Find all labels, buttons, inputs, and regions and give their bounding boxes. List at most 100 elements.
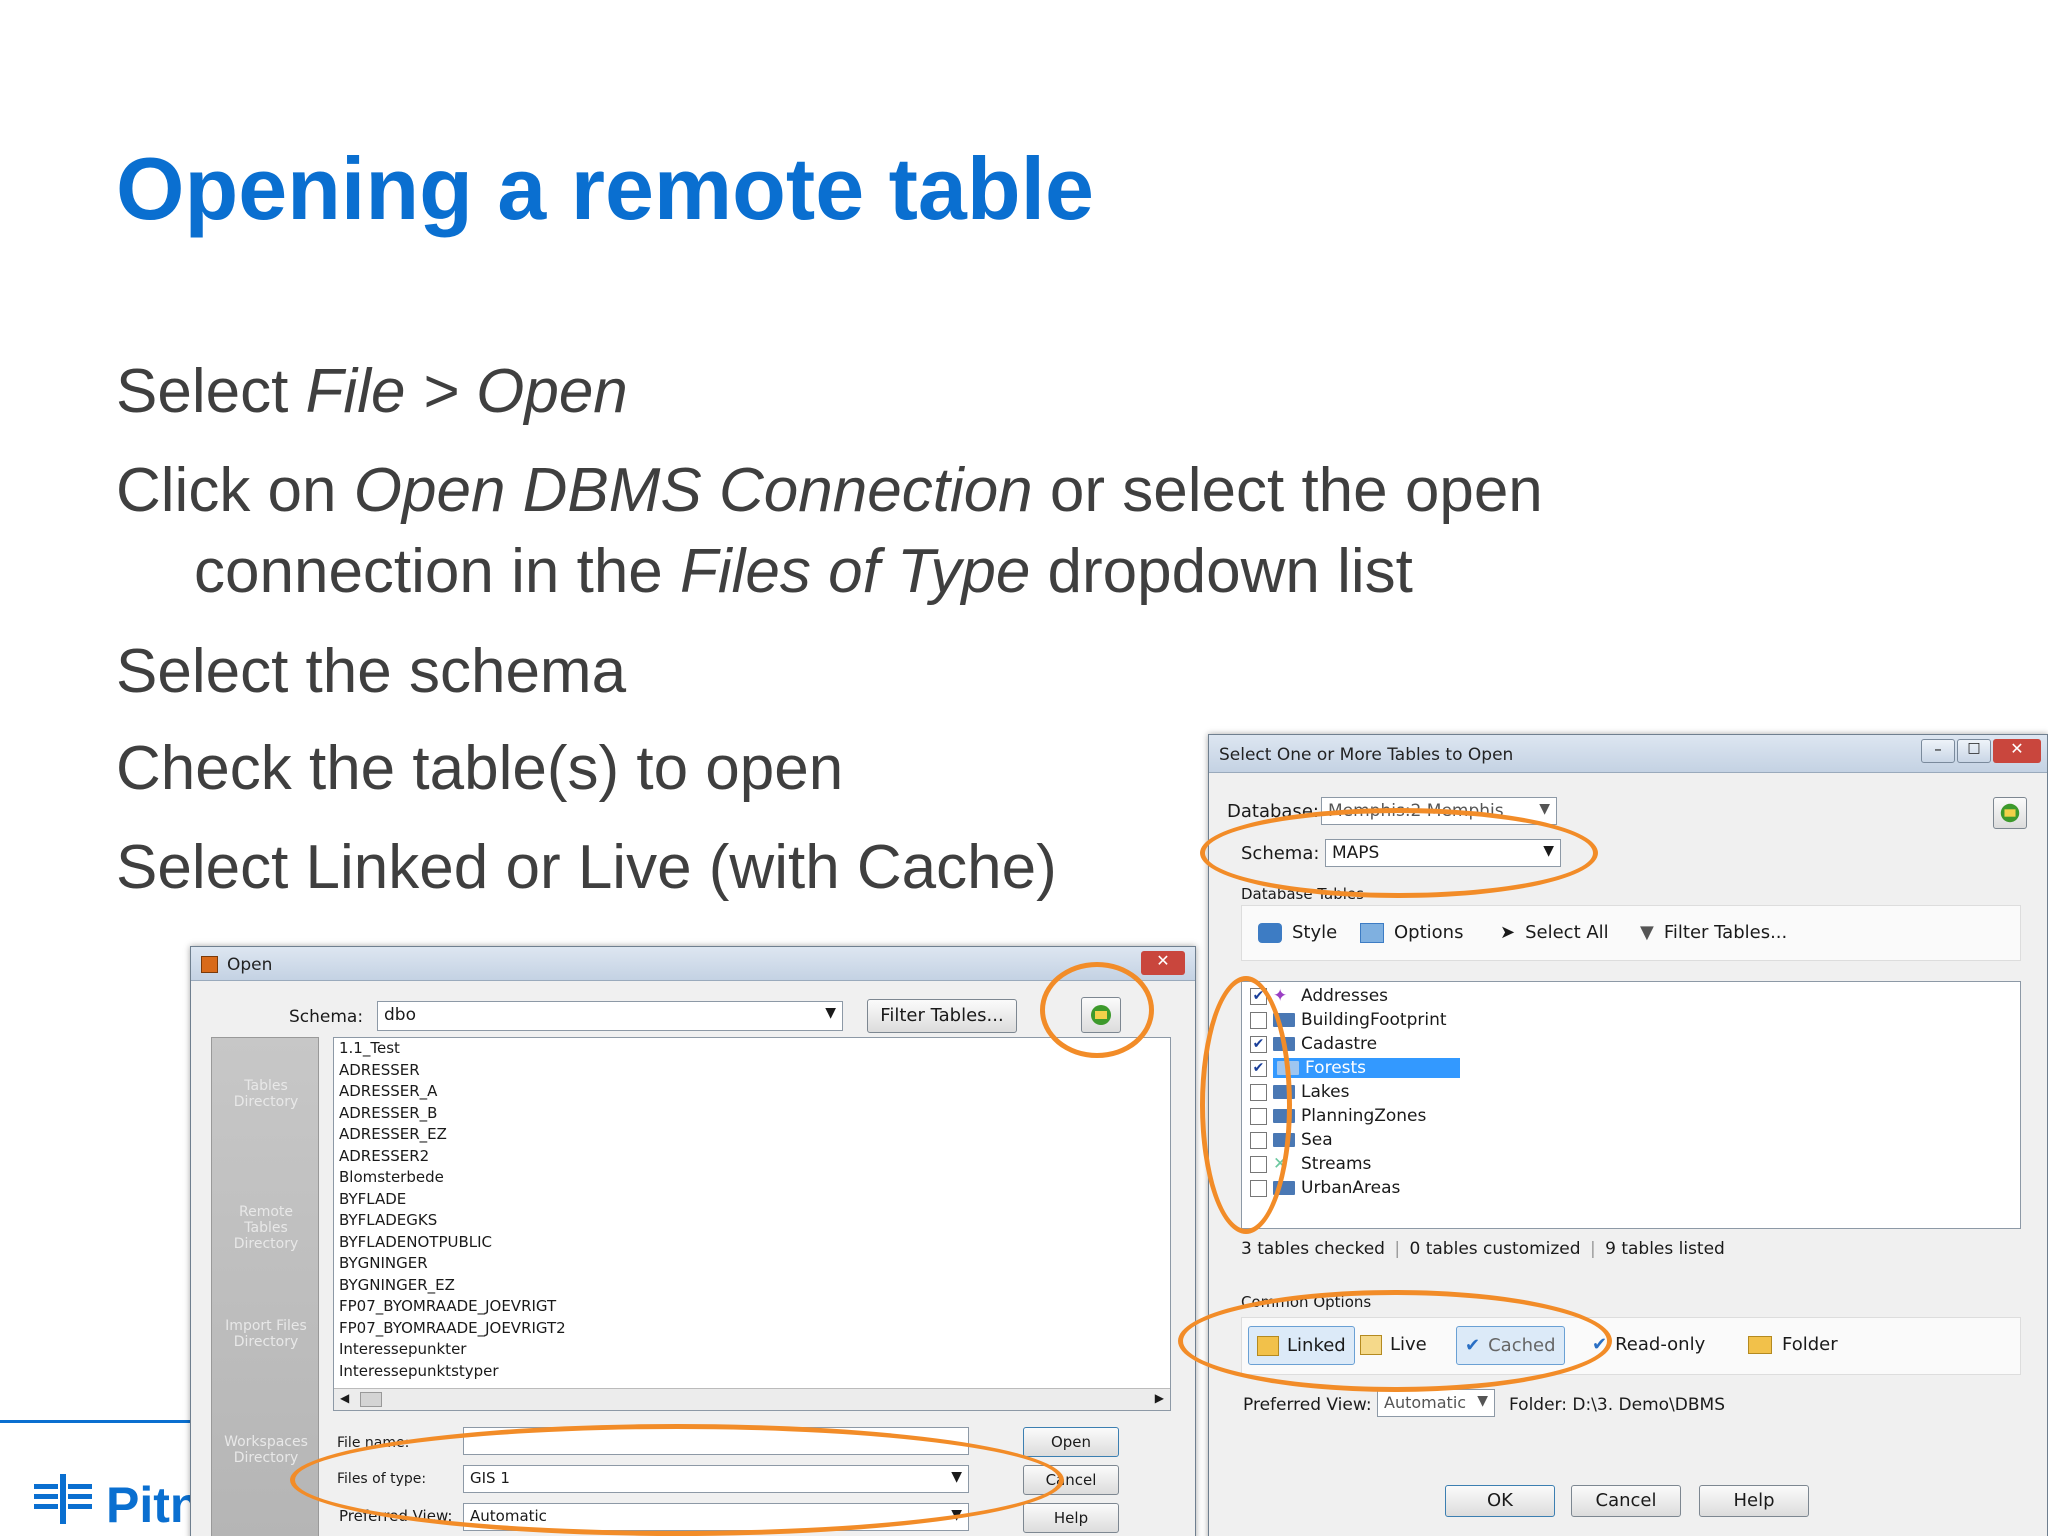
preferred-view-dropdown[interactable]: Automatic ▼ (1377, 1389, 1495, 1417)
list-item[interactable]: Blomsterbede (334, 1167, 1170, 1189)
point-layer-icon: ✦ (1273, 986, 1288, 1006)
horizontal-scrollbar[interactable]: ◀ ▶ (334, 1388, 1170, 1410)
open-dialog-titlebar[interactable]: Open ✕ (191, 947, 1195, 981)
open-dialog: Open ✕ Schema: dbo ▼ Filter Tables... Tab… (190, 946, 1196, 1536)
table-row-buildingfootprint[interactable]: BuildingFootprint (1250, 1010, 1447, 1034)
open-dbms-connection-button[interactable] (1993, 797, 2027, 829)
bullet-select-linked-live: Select Linked or Live (with Cache) (116, 833, 1057, 902)
bullet-check-tables: Check the table(s) to open (116, 734, 844, 803)
cursor-arrow-icon: ➤ (1500, 922, 1516, 943)
scroll-thumb[interactable] (360, 1392, 382, 1407)
readonly-option[interactable]: ✔ Read-only (1592, 1334, 1705, 1355)
maximize-icon[interactable]: □ (1957, 739, 1991, 763)
cancel-button[interactable]: Cancel (1571, 1485, 1681, 1517)
close-icon[interactable]: ✕ (1141, 951, 1185, 975)
options-icon (1360, 923, 1384, 943)
place-remote-tables-directory[interactable]: Remote Tables Directory (216, 1204, 316, 1252)
place-workspaces-directory[interactable]: Workspaces Directory (218, 1434, 314, 1466)
table-checkbox[interactable]: ✔ (1250, 1035, 1267, 1053)
select-tables-dialog: Select One or More Tables to Open – □ ✕ … (1208, 734, 2048, 1536)
filter-tables-button[interactable]: ▼ Filter Tables... (1640, 922, 1787, 943)
scroll-right-icon[interactable]: ▶ (1155, 1391, 1164, 1405)
help-button[interactable]: Help (1023, 1503, 1119, 1533)
close-icon[interactable]: ✕ (1993, 739, 2041, 763)
bullet-open-dbms-connection: Click on Open DBMS Connection or select … (116, 456, 1543, 525)
table-checkbox[interactable]: ✔ (1250, 1059, 1267, 1077)
cancel-button[interactable]: Cancel (1023, 1465, 1119, 1495)
schema-dropdown[interactable]: dbo ▼ (377, 1001, 843, 1031)
list-item[interactable]: Interessepunktstyper (334, 1361, 1170, 1383)
list-item[interactable]: ADRESSER_EZ (334, 1124, 1170, 1146)
bullet-select-schema: Select the schema (116, 637, 627, 706)
style-button[interactable]: Style (1258, 922, 1337, 943)
list-item[interactable]: BYFLADEGKS (334, 1210, 1170, 1232)
list-item[interactable]: BYGNINGER_EZ (334, 1275, 1170, 1297)
linked-option[interactable]: Linked (1248, 1326, 1355, 1365)
table-row-planningzones[interactable]: PlanningZones (1250, 1106, 1426, 1130)
list-item[interactable]: ADRESSER_B (334, 1103, 1170, 1125)
filter-tables-button[interactable]: Filter Tables... (867, 999, 1017, 1033)
list-item[interactable]: FP07_BYOMRAADE_JOEVRIGT (334, 1296, 1170, 1318)
database-table-list[interactable]: ✔ ✦ Addresses BuildingFootprint ✔ Cadastre … (1241, 981, 2021, 1229)
polygon-layer-icon (1273, 1133, 1295, 1147)
table-row-urbanareas[interactable]: UrbanAreas (1250, 1178, 1400, 1202)
select-all-button[interactable]: ➤ Select All (1500, 922, 1609, 943)
list-item[interactable]: BYFLADE (334, 1189, 1170, 1211)
polygon-layer-icon (1273, 1037, 1295, 1051)
logo-text: Pitn (106, 1477, 201, 1533)
database-connect-icon (1091, 1005, 1111, 1025)
table-status-bar: 3 tables checked | 0 tables customized |… (1241, 1239, 1725, 1259)
table-row-sea[interactable]: Sea (1250, 1130, 1333, 1154)
database-dropdown[interactable]: Memphis:2 Memphis ▼ (1321, 797, 1557, 825)
table-checkbox[interactable] (1250, 1011, 1267, 1029)
options-button[interactable]: Options (1360, 922, 1463, 943)
ok-button[interactable]: OK (1445, 1485, 1555, 1517)
schema-label: Schema: (289, 1007, 364, 1027)
status-checked-count: 3 tables checked (1241, 1239, 1385, 1259)
list-item[interactable]: ADRESSER2 (334, 1146, 1170, 1168)
open-dbms-connection-button[interactable] (1081, 997, 1121, 1033)
remote-table-list[interactable]: 1.1_Test ADRESSER ADRESSER_A ADRESSER_B … (333, 1037, 1171, 1411)
select-dialog-titlebar[interactable]: Select One or More Tables to Open – □ ✕ (1209, 735, 2047, 773)
file-name-input[interactable] (463, 1427, 969, 1455)
list-item[interactable]: 1.1_Test (334, 1038, 1170, 1060)
table-checkbox[interactable] (1250, 1155, 1267, 1173)
list-item[interactable]: BYGNINGER (334, 1253, 1170, 1275)
files-of-type-dropdown[interactable]: GIS 1 ▼ (463, 1465, 969, 1493)
list-item[interactable]: Interessepunkter (334, 1339, 1170, 1361)
scroll-left-icon[interactable]: ◀ (340, 1391, 349, 1405)
polygon-layer-icon (1273, 1109, 1295, 1123)
table-row-cadastre[interactable]: ✔ Cadastre (1250, 1034, 1377, 1058)
table-checkbox[interactable] (1250, 1179, 1267, 1197)
help-button[interactable]: Help (1699, 1485, 1809, 1517)
polygon-layer-icon (1277, 1061, 1299, 1075)
table-checkbox[interactable] (1250, 1131, 1267, 1149)
preferred-view-dropdown[interactable]: Automatic ▼ (463, 1503, 969, 1531)
table-row-forests[interactable]: ✔ Forests (1250, 1058, 1461, 1082)
database-tables-label: Database Tables (1241, 885, 1364, 903)
table-checkbox[interactable] (1250, 1083, 1267, 1101)
cached-option[interactable]: ✔ Cached (1456, 1326, 1565, 1365)
table-row-addresses[interactable]: ✔ ✦ Addresses (1250, 986, 1388, 1010)
table-row-streams[interactable]: ✕ Streams (1250, 1154, 1371, 1178)
list-item[interactable]: ADRESSER_A (334, 1081, 1170, 1103)
open-button[interactable]: Open (1023, 1427, 1119, 1457)
list-item[interactable]: BYFLADENOTPUBLIC (334, 1232, 1170, 1254)
table-row-lakes[interactable]: Lakes (1250, 1082, 1349, 1106)
bullet-select-file-open: Select File > Open (116, 357, 628, 426)
company-logo (34, 1474, 94, 1529)
minimize-icon[interactable]: – (1921, 739, 1955, 763)
linked-table-icon (1257, 1336, 1279, 1356)
table-checkbox[interactable] (1250, 1107, 1267, 1125)
schema-dropdown[interactable]: MAPS ▼ (1325, 839, 1561, 867)
style-icon (1258, 923, 1282, 943)
table-checkbox[interactable]: ✔ (1250, 987, 1267, 1005)
place-import-files-directory[interactable]: Import Files Directory (218, 1318, 314, 1350)
place-tables-directory[interactable]: Tables Directory (218, 1078, 314, 1110)
list-item[interactable]: FP07_BYOMRAADE_JOEVRIGT2 (334, 1318, 1170, 1340)
list-item[interactable]: ADRESSER (334, 1060, 1170, 1082)
live-option[interactable]: Live (1360, 1334, 1427, 1355)
folder-option[interactable]: Folder (1748, 1334, 1838, 1355)
schema-label: Schema: (1241, 843, 1320, 864)
chevron-down-icon: ▼ (1477, 1393, 1488, 1409)
